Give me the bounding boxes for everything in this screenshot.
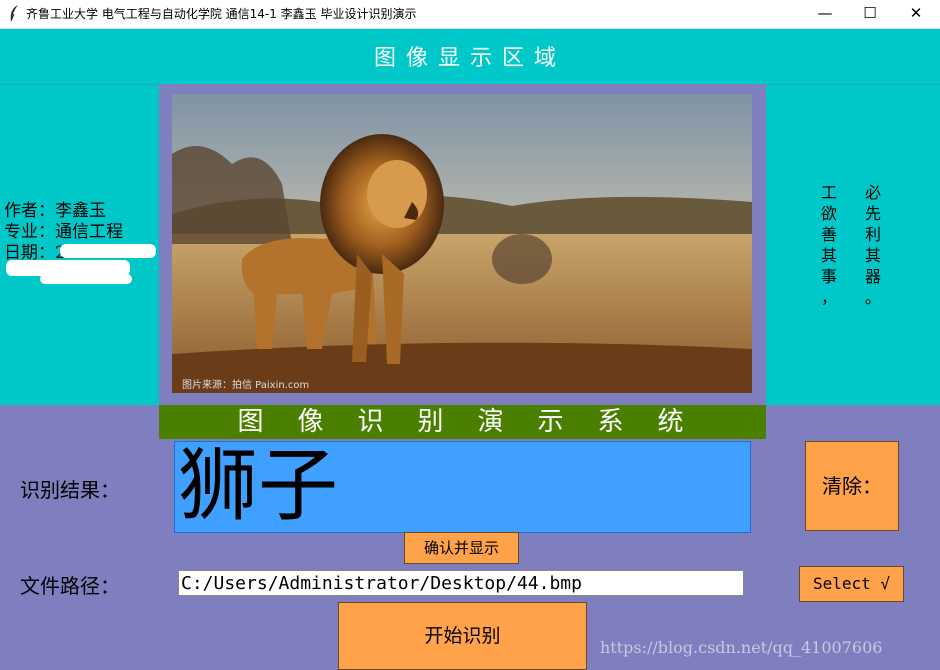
result-value: 狮子 (178, 439, 338, 532)
file-path-label: 文件路径： (20, 574, 120, 598)
blog-watermark: https://blog.csdn.net/qq_41007606 (600, 638, 883, 657)
start-recognition-button[interactable]: 开始识别 (338, 602, 587, 670)
clear-button[interactable]: 清除： (805, 441, 899, 531)
image-watermark: 图片来源：拍信 Paixin.com (182, 380, 310, 391)
lion-photo (172, 94, 752, 393)
quote-column-left: 工欲善其事， (820, 183, 837, 307)
confirm-display-button[interactable]: 确认并显示 (404, 532, 519, 564)
display-area-title: 图像显示区域 (373, 46, 566, 71)
result-label: 识别结果： (20, 478, 120, 502)
select-file-button[interactable]: Select √ (799, 566, 904, 602)
maximize-button[interactable]: ☐ (847, 0, 893, 28)
major-line: 专业：通信工程 (4, 222, 123, 242)
redaction-mark (40, 274, 132, 284)
tk-feather-icon (8, 4, 24, 22)
redaction-mark (60, 244, 156, 258)
quote-column-right: 必先利其器。 (864, 183, 881, 307)
window-title: 齐鲁工业大学 电气工程与自动化学院 通信14-1 李鑫玉 毕业设计识别演示 (26, 7, 417, 21)
close-button[interactable]: ✕ (893, 0, 939, 28)
file-path-input[interactable]: C:/Users/Administrator/Desktop/44.bmp (178, 570, 744, 596)
minimize-button[interactable]: — (802, 0, 848, 28)
system-banner: 图像识别演示系统 (159, 405, 766, 439)
author-line: 作者：李鑫玉 (4, 201, 106, 221)
